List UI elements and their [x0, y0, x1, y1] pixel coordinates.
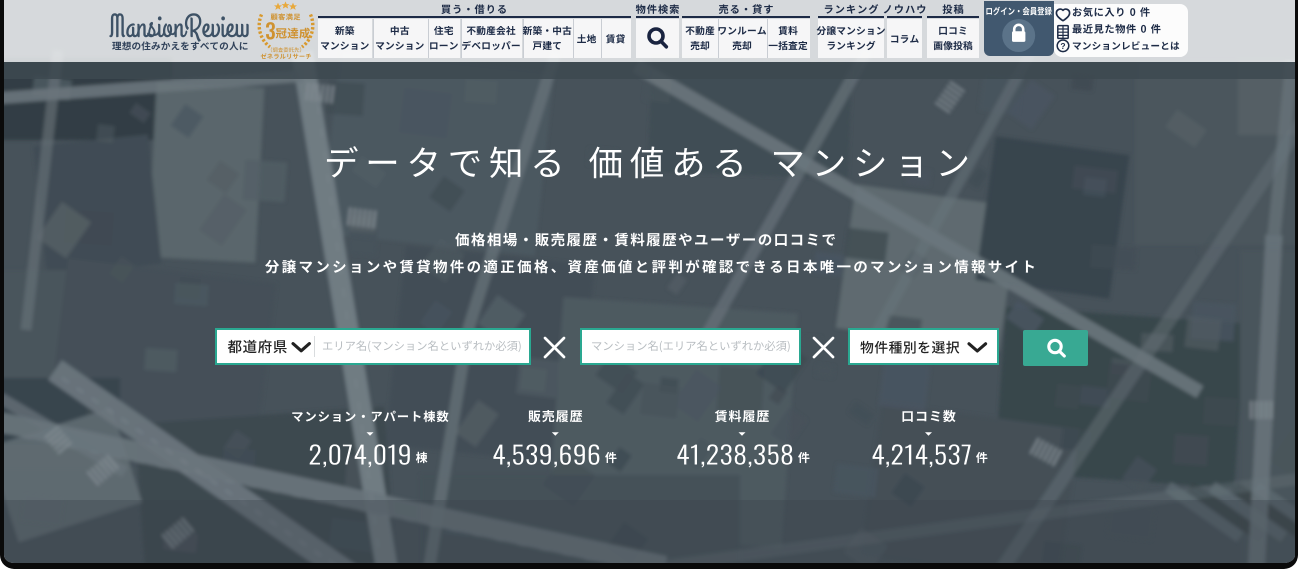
svg-text:?: ?: [1060, 41, 1065, 51]
